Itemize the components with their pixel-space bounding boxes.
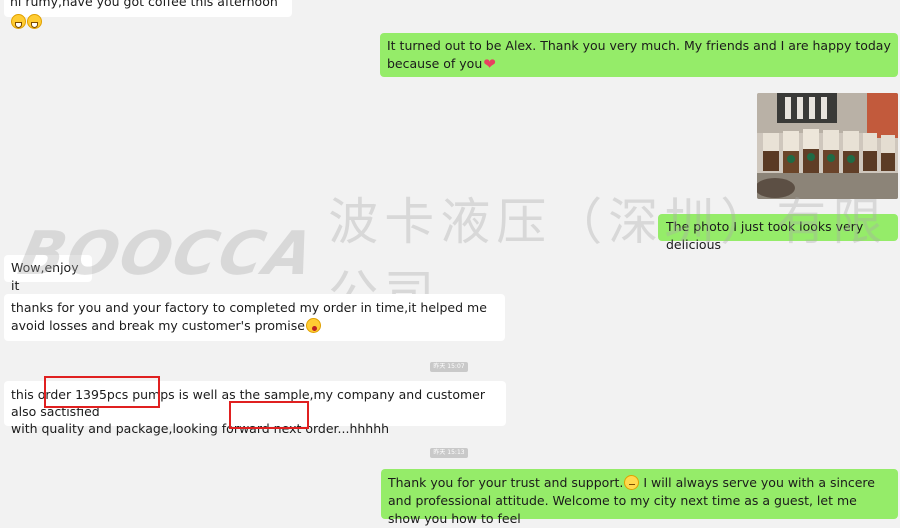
highlight-box-next-order xyxy=(229,401,309,429)
message-outgoing-2[interactable]: The photo I just took looks very delicio… xyxy=(658,214,898,252)
grin-emoji-icon xyxy=(27,14,42,29)
message-text: It turned out to be Alex. Thank you very… xyxy=(387,38,891,71)
timestamp: 昨天 15:13 xyxy=(430,448,468,458)
message-incoming-3[interactable]: thanks for you and your factory to compl… xyxy=(4,294,505,341)
message-incoming-2[interactable]: Wow,enjoy it xyxy=(4,255,92,293)
message-text: The photo I just took looks very delicio… xyxy=(666,219,864,252)
coffee-photo-image xyxy=(757,93,898,199)
message-outgoing-1[interactable]: It turned out to be Alex. Thank you very… xyxy=(380,33,898,77)
message-outgoing-3[interactable]: Thank you for your trust and support. I … xyxy=(381,469,898,526)
grin-emoji-icon xyxy=(11,14,26,29)
message-text: Wow,enjoy it xyxy=(11,260,79,293)
message-incoming-1[interactable]: hi rumy,have you got coffee this afterno… xyxy=(4,0,292,29)
nervous-smile-emoji-icon xyxy=(624,475,640,490)
shocked-emoji-icon xyxy=(305,318,321,333)
coffee-photo-message[interactable] xyxy=(757,93,898,199)
message-text: hi rumy,have you got coffee this afterno… xyxy=(10,0,278,9)
highlight-box-order xyxy=(44,376,160,408)
timestamp: 昨天 15:07 xyxy=(430,362,468,372)
message-text: Thank you for your trust and support. xyxy=(388,475,624,490)
heart-emoji-icon: ❤ xyxy=(483,55,496,73)
message-text: thanks for you and your factory to compl… xyxy=(11,300,487,333)
